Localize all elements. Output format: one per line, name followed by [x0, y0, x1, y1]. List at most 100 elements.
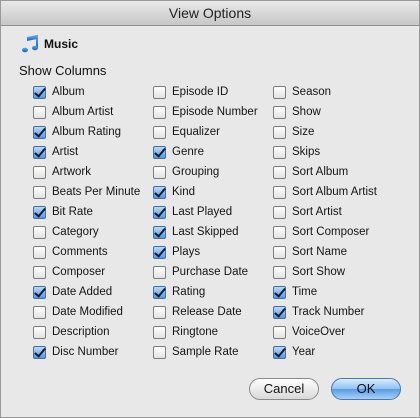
option-label: Grouping	[172, 166, 220, 178]
option-kind[interactable]: Kind	[153, 183, 278, 201]
option-label: Kind	[172, 186, 196, 198]
checkbox-sort-show[interactable]	[273, 265, 286, 279]
checkbox-bit-rate[interactable]	[33, 205, 46, 219]
option-album[interactable]: Album	[33, 83, 158, 101]
checkbox-sample-rate[interactable]	[153, 345, 166, 359]
checkbox-voiceover[interactable]	[273, 325, 286, 339]
checkbox-time[interactable]	[273, 285, 286, 299]
checkbox-album-artist[interactable]	[33, 105, 46, 119]
checkbox-sort-name[interactable]	[273, 245, 286, 259]
option-date-added[interactable]: Date Added	[33, 283, 158, 301]
option-label: Composer	[52, 266, 106, 278]
checkbox-size[interactable]	[273, 125, 286, 139]
checkbox-sort-artist[interactable]	[273, 205, 286, 219]
checkbox-album[interactable]	[33, 85, 46, 99]
option-album-artist[interactable]: Album Artist	[33, 103, 158, 121]
option-label: Last Skipped	[172, 226, 239, 238]
checkbox-comments[interactable]	[33, 245, 46, 259]
option-comments[interactable]: Comments	[33, 243, 158, 261]
option-sort-composer[interactable]: Sort Composer	[273, 223, 398, 241]
option-category[interactable]: Category	[33, 223, 158, 241]
option-artwork[interactable]: Artwork	[33, 163, 158, 181]
checkbox-plays[interactable]	[153, 245, 166, 259]
checkbox-equalizer[interactable]	[153, 125, 166, 139]
option-sort-show[interactable]: Sort Show	[273, 263, 398, 281]
checkbox-track-number[interactable]	[273, 305, 286, 319]
checkbox-category[interactable]	[33, 225, 46, 239]
option-episode-number[interactable]: Episode Number	[153, 103, 278, 121]
checkbox-rating[interactable]	[153, 285, 166, 299]
option-disc-number[interactable]: Disc Number	[33, 343, 158, 361]
option-release-date[interactable]: Release Date	[153, 303, 278, 321]
checkbox-episode-number[interactable]	[153, 105, 166, 119]
checkbox-sort-album-artist[interactable]	[273, 185, 286, 199]
ok-button[interactable]: OK	[331, 378, 401, 400]
checkbox-album-rating[interactable]	[33, 125, 46, 139]
option-label: Artwork	[52, 166, 91, 178]
option-show[interactable]: Show	[273, 103, 398, 121]
option-label: Bit Rate	[52, 206, 93, 218]
option-season[interactable]: Season	[273, 83, 398, 101]
option-bit-rate[interactable]: Bit Rate	[33, 203, 158, 221]
option-track-number[interactable]: Track Number	[273, 303, 398, 321]
checkbox-kind[interactable]	[153, 185, 166, 199]
option-date-modified[interactable]: Date Modified	[33, 303, 158, 321]
option-skips[interactable]: Skips	[273, 143, 398, 161]
checkbox-composer[interactable]	[33, 265, 46, 279]
option-ringtone[interactable]: Ringtone	[153, 323, 278, 341]
option-description[interactable]: Description	[33, 323, 158, 341]
option-genre[interactable]: Genre	[153, 143, 278, 161]
option-rating[interactable]: Rating	[153, 283, 278, 301]
option-last-skipped[interactable]: Last Skipped	[153, 223, 278, 241]
checkbox-grouping[interactable]	[153, 165, 166, 179]
option-album-rating[interactable]: Album Rating	[33, 123, 158, 141]
option-label: Beats Per Minute	[52, 186, 141, 198]
option-sort-album-artist[interactable]: Sort Album Artist	[273, 183, 398, 201]
checkbox-last-played[interactable]	[153, 205, 166, 219]
option-equalizer[interactable]: Equalizer	[153, 123, 278, 141]
option-grouping[interactable]: Grouping	[153, 163, 278, 181]
option-sample-rate[interactable]: Sample Rate	[153, 343, 278, 361]
option-label: Category	[52, 226, 99, 238]
option-sort-artist[interactable]: Sort Artist	[273, 203, 398, 221]
option-last-played[interactable]: Last Played	[153, 203, 278, 221]
checkbox-date-modified[interactable]	[33, 305, 46, 319]
checkbox-beats-per-minute[interactable]	[33, 185, 46, 199]
checkbox-sort-album[interactable]	[273, 165, 286, 179]
option-year[interactable]: Year	[273, 343, 398, 361]
option-sort-album[interactable]: Sort Album	[273, 163, 398, 181]
option-beats-per-minute[interactable]: Beats Per Minute	[33, 183, 158, 201]
checkbox-ringtone[interactable]	[153, 325, 166, 339]
checkbox-release-date[interactable]	[153, 305, 166, 319]
option-label: Time	[292, 286, 318, 298]
option-label: Last Played	[172, 206, 233, 218]
option-plays[interactable]: Plays	[153, 243, 278, 261]
checkbox-year[interactable]	[273, 345, 286, 359]
option-purchase-date[interactable]: Purchase Date	[153, 263, 278, 281]
checkbox-season[interactable]	[273, 85, 286, 99]
option-time[interactable]: Time	[273, 283, 398, 301]
checkbox-description[interactable]	[33, 325, 46, 339]
checkbox-genre[interactable]	[153, 145, 166, 159]
checkbox-show[interactable]	[273, 105, 286, 119]
option-label: Equalizer	[172, 126, 220, 138]
checkbox-last-skipped[interactable]	[153, 225, 166, 239]
checkbox-purchase-date[interactable]	[153, 265, 166, 279]
source-header: Music	[21, 34, 78, 54]
option-voiceover[interactable]: VoiceOver	[273, 323, 398, 341]
checkbox-disc-number[interactable]	[33, 345, 46, 359]
option-label: Rating	[172, 286, 206, 298]
option-label: Ringtone	[172, 326, 219, 338]
option-episode-id[interactable]: Episode ID	[153, 83, 278, 101]
checkbox-artist[interactable]	[33, 145, 46, 159]
checkbox-skips[interactable]	[273, 145, 286, 159]
checkbox-sort-composer[interactable]	[273, 225, 286, 239]
cancel-button[interactable]: Cancel	[249, 378, 319, 400]
option-composer[interactable]: Composer	[33, 263, 158, 281]
checkbox-episode-id[interactable]	[153, 85, 166, 99]
checkbox-date-added[interactable]	[33, 285, 46, 299]
option-artist[interactable]: Artist	[33, 143, 158, 161]
option-size[interactable]: Size	[273, 123, 398, 141]
option-sort-name[interactable]: Sort Name	[273, 243, 398, 261]
checkbox-artwork[interactable]	[33, 165, 46, 179]
